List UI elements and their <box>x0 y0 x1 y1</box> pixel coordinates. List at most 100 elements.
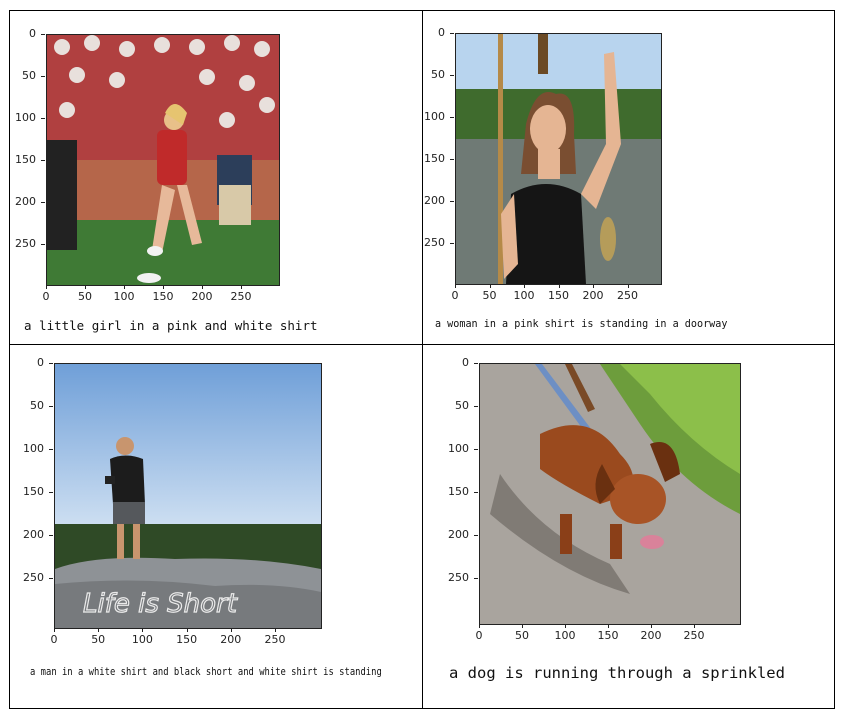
y-tick-label: 250 <box>424 236 445 249</box>
row-divider <box>10 344 834 345</box>
y-tick-mark <box>49 406 53 407</box>
x-tick-mark <box>241 285 242 289</box>
y-tick-mark <box>49 535 53 536</box>
x-tick-mark <box>651 624 652 628</box>
x-tick-label: 50 <box>91 633 106 646</box>
y-tick-mark <box>450 75 454 76</box>
y-tick-label: 150 <box>23 485 44 498</box>
x-tick-label: 250 <box>617 289 638 302</box>
x-tick-mark <box>608 624 609 628</box>
x-tick-label: 200 <box>220 633 242 646</box>
x-tick-mark <box>558 284 560 288</box>
y-tick-label: 0 <box>29 27 36 40</box>
x-tick-label: 0 <box>475 629 483 642</box>
x-tick-mark <box>455 284 456 288</box>
man-on-rock-image: Life is Short <box>54 363 322 629</box>
y-tick-mark <box>41 118 45 119</box>
y-tick-label: 0 <box>37 356 44 369</box>
y-tick-mark <box>41 34 45 35</box>
x-tick-mark <box>46 285 47 289</box>
y-tick-mark <box>474 535 478 536</box>
y-tick-mark <box>474 578 478 579</box>
x-tick-label: 100 <box>554 629 576 642</box>
x-tick-label: 50 <box>482 289 497 302</box>
x-tick-label: 150 <box>152 290 174 303</box>
y-tick-mark <box>474 449 478 450</box>
y-tick-mark <box>41 160 45 161</box>
y-tick-mark <box>49 449 53 450</box>
y-tick-label: 150 <box>15 153 36 166</box>
x-tick-mark <box>593 284 594 288</box>
x-tick-label: 150 <box>597 629 619 642</box>
y-tick-mark <box>450 243 454 244</box>
y-tick-label: 200 <box>23 528 44 541</box>
woman-fishing-image <box>455 33 662 285</box>
x-tick-mark <box>163 285 164 289</box>
y-tick-mark <box>450 117 454 118</box>
dog-running-image <box>479 363 741 625</box>
x-tick-mark <box>694 624 695 628</box>
y-tick-label: 250 <box>15 237 36 250</box>
y-tick-mark <box>474 492 478 493</box>
x-tick-label: 250 <box>683 629 705 642</box>
y-tick-mark <box>41 244 45 245</box>
x-tick-label: 0 <box>42 290 50 303</box>
x-tick-mark <box>202 285 203 289</box>
y-tick-mark <box>474 363 478 364</box>
x-tick-label: 200 <box>582 289 604 302</box>
x-tick-label: 200 <box>640 629 662 642</box>
y-tick-label: 200 <box>424 194 445 207</box>
image-caption: a little girl in a pink and white shirt <box>24 318 318 333</box>
y-tick-mark <box>450 201 454 202</box>
x-tick-mark <box>54 628 55 632</box>
y-tick-mark <box>41 76 45 77</box>
rock-graffiti-text: Life is Short <box>83 589 238 619</box>
x-tick-mark <box>142 628 144 632</box>
y-tick-label: 0 <box>438 26 445 39</box>
x-tick-mark <box>489 284 491 288</box>
y-tick-mark <box>49 578 53 579</box>
x-tick-mark <box>627 284 629 288</box>
x-tick-mark <box>85 285 86 289</box>
image-caption: a man in a white shirt and black short a… <box>30 665 382 678</box>
y-tick-label: 50 <box>431 68 445 81</box>
y-tick-label: 50 <box>455 399 469 412</box>
y-tick-mark <box>450 159 454 160</box>
y-tick-label: 100 <box>15 111 36 124</box>
image-caption: a woman in a pink shirt is standing in a… <box>435 317 728 330</box>
y-tick-label: 200 <box>448 528 469 541</box>
x-tick-label: 200 <box>191 290 213 303</box>
x-tick-label: 100 <box>113 290 135 303</box>
x-tick-mark <box>124 285 125 289</box>
x-tick-label: 50 <box>78 290 92 303</box>
y-tick-mark <box>49 363 53 364</box>
y-tick-label: 150 <box>424 152 445 165</box>
x-tick-label: 100 <box>131 633 153 646</box>
x-tick-mark <box>186 628 188 632</box>
x-tick-mark <box>275 628 276 632</box>
x-tick-label: 250 <box>264 633 286 646</box>
x-tick-mark <box>230 628 232 632</box>
y-tick-mark <box>474 406 478 407</box>
x-tick-mark <box>524 284 525 288</box>
y-tick-label: 50 <box>30 399 44 412</box>
x-tick-label: 50 <box>515 629 529 642</box>
y-tick-label: 250 <box>23 571 44 584</box>
x-tick-mark <box>479 624 480 628</box>
y-tick-label: 0 <box>462 356 469 369</box>
x-tick-mark <box>98 628 100 632</box>
y-tick-label: 100 <box>23 442 44 455</box>
y-tick-label: 100 <box>424 110 445 123</box>
y-tick-mark <box>450 33 454 34</box>
x-tick-label: 250 <box>230 290 252 303</box>
x-tick-label: 150 <box>548 289 569 302</box>
y-tick-mark <box>41 202 45 203</box>
x-tick-label: 0 <box>451 289 459 302</box>
y-tick-label: 200 <box>15 195 36 208</box>
x-tick-label: 0 <box>50 633 58 646</box>
x-tick-label: 100 <box>513 289 535 302</box>
x-tick-mark <box>565 624 566 628</box>
y-tick-mark <box>49 492 53 493</box>
y-tick-label: 100 <box>448 442 469 455</box>
x-tick-label: 150 <box>176 633 198 646</box>
